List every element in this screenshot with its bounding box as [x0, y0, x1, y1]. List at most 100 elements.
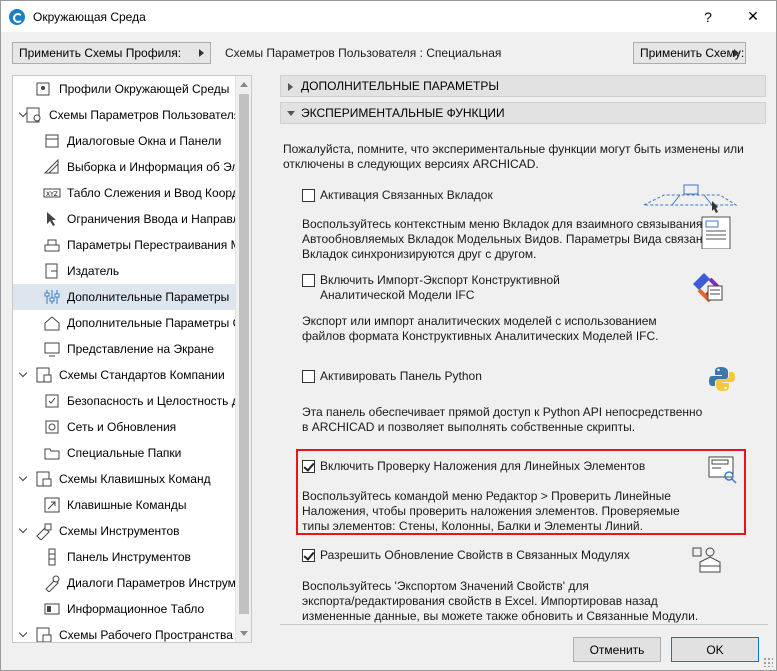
toolbar-icon: [43, 548, 61, 566]
tree-item[interactable]: Безопасность и Целостность да: [13, 388, 237, 414]
tree-item-label: Издатель: [67, 264, 120, 278]
feature-python-panel[interactable]: Активировать Панель Python: [302, 369, 482, 384]
checkbox[interactable]: [302, 274, 315, 287]
tree-item[interactable]: XYZ Табло Слежения и Ввод Коорди: [13, 180, 237, 206]
tree-item[interactable]: Специальные Папки: [13, 440, 237, 466]
section-title: ДОПОЛНИТЕЛЬНЫЕ ПАРАМЕТРЫ: [301, 79, 499, 93]
company-icon: [35, 366, 53, 384]
tree-item[interactable]: Представление на Экране: [13, 336, 237, 362]
tree-item[interactable]: Клавишные Команды: [13, 492, 237, 518]
chevron-down-icon[interactable]: [19, 526, 29, 536]
tree-item[interactable]: Схемы Клавишных Команд: [13, 466, 237, 492]
apply-scheme-button[interactable]: Применить Схему:: [633, 42, 746, 64]
help-button[interactable]: ?: [685, 1, 731, 32]
settings-tree: Профили Окружающей Среды Схемы Параметров…: [12, 75, 252, 643]
tree-item[interactable]: Информационное Табло: [13, 596, 237, 622]
tree-item-label: Панель Инструментов: [67, 550, 191, 564]
publisher-icon: [43, 262, 61, 280]
tree-scrollbar[interactable]: [235, 76, 251, 642]
rebuild-icon: [43, 236, 61, 254]
tree-item[interactable]: Панель Инструментов: [13, 544, 237, 570]
chevron-down-icon[interactable]: [19, 630, 29, 640]
window-title: Окружающая Среда: [33, 9, 146, 24]
ok-button[interactable]: OK: [671, 637, 759, 662]
checkbox[interactable]: [302, 370, 315, 383]
tree-item-label: Информационное Табло: [67, 602, 205, 616]
desc-line: измененные данные, вы можете также обнов…: [302, 609, 699, 623]
tree-item-label: Клавишные Команды: [67, 498, 187, 512]
feature-ifc-analytical[interactable]: Включить Импорт-Экспорт Конструктивной А…: [302, 273, 560, 303]
feature-label-block: Включить Импорт-Экспорт Конструктивной А…: [320, 273, 560, 303]
tree-item[interactable]: Сеть и Обновления: [13, 414, 237, 440]
tree-item[interactable]: Параметры Перестраивания Мо: [13, 232, 237, 258]
tree-item[interactable]: Дополнительные Параметры О: [13, 310, 237, 336]
tree-item-label: Схемы Клавишных Команд: [59, 472, 211, 486]
desc-line: экспорта/редактирования свойств в Excel.…: [302, 594, 658, 608]
tree-item-label: Дополнительные Параметры: [67, 290, 230, 304]
cancel-button[interactable]: Отменить: [573, 637, 661, 662]
tree-item[interactable]: Диалоговые Окна и Панели: [13, 128, 237, 154]
desc-line: Воспользуйтесь 'Экспортом Значений Свойс…: [302, 579, 589, 593]
scroll-thumb[interactable]: [239, 94, 249, 614]
section-additional-params[interactable]: ДОПОЛНИТЕЛЬНЫЕ ПАРАМЕТРЫ: [280, 75, 766, 97]
tree-item-label: Дополнительные Параметры О: [67, 316, 237, 330]
tree-item[interactable]: Профили Окружающей Среды: [13, 76, 237, 102]
tools-schemes-icon: [35, 522, 53, 541]
workspace-icon: [35, 626, 53, 642]
property-update-icon: [692, 547, 721, 573]
tree-item[interactable]: Дополнительные Параметры: [13, 284, 237, 310]
tree-item[interactable]: Схемы Рабочего Пространства: [13, 622, 237, 642]
profile-icon: [35, 80, 53, 98]
intro-line: отключены в следующих версиях ARCHICAD.: [283, 157, 539, 171]
settings-content: ДОПОЛНИТЕЛЬНЫЕ ПАРАМЕТРЫ ЭКСПЕРИМЕНТАЛЬН…: [280, 75, 767, 623]
apply-scheme-label: Применить Схему:: [640, 46, 745, 60]
section-experimental[interactable]: ЭКСПЕРИМЕНТАЛЬНЫЕ ФУНКЦИИ: [280, 102, 766, 124]
tree-item[interactable]: Издатель: [13, 258, 237, 284]
xyz-icon: XYZ: [43, 184, 61, 202]
tree-item[interactable]: Ограничения Ввода и Направл: [13, 206, 237, 232]
feature-property-update[interactable]: Разрешить Обновление Свойств в Связанных…: [302, 548, 630, 563]
tree-item[interactable]: Схемы Стандартов Компании: [13, 362, 237, 388]
tree-item-label: Схемы Стандартов Компании: [59, 368, 225, 382]
house-icon: [43, 314, 61, 332]
tree-item-label: Схемы Инструментов: [59, 524, 180, 538]
checkbox[interactable]: [302, 460, 315, 473]
apply-profile-button[interactable]: Применить Схемы Профиля:: [12, 42, 211, 64]
archicad-logo-icon: [9, 8, 25, 25]
chevron-down-icon[interactable]: [19, 370, 29, 380]
sliders-icon: [43, 288, 61, 306]
desc-line: Экспорт или импорт аналитических моделей…: [302, 314, 657, 328]
tree-item-label: Профили Окружающей Среды: [59, 82, 230, 96]
close-button[interactable]: ✕: [730, 1, 776, 32]
tree-item-label: Ограничения Ввода и Направл: [67, 212, 237, 226]
ifc-icon: [693, 273, 723, 303]
security-icon: [43, 392, 61, 410]
desc-line: в ARCHICAD и позволяет выполнять собстве…: [302, 420, 636, 434]
feature-label: Включить Импорт-Экспорт Конструктивной: [320, 273, 560, 287]
arrow-right-icon: [199, 49, 204, 57]
checkbox[interactable]: [302, 189, 315, 202]
environment-dialog: Окружающая Среда ? ✕ Применить Схемы Про…: [0, 0, 777, 671]
desc-line: файлов формата Конструктивных Аналитичес…: [302, 329, 659, 343]
feature-description: Воспользуйтесь 'Экспортом Значений Свойс…: [302, 579, 698, 623]
tree-item-label: Диалоги Параметров Инструме: [67, 576, 237, 590]
checkbox[interactable]: [302, 549, 315, 562]
arrow-right-icon: [734, 49, 739, 57]
scroll-up-icon[interactable]: [240, 82, 248, 87]
feature-overlap-check[interactable]: Включить Проверку Наложения для Линейных…: [302, 459, 645, 474]
desc-line: Вкладок синхронизируются друг с другом.: [302, 247, 537, 261]
network-icon: [43, 418, 61, 436]
tree-item[interactable]: Схемы Инструментов: [13, 518, 237, 544]
folder-icon: [43, 444, 61, 462]
scroll-down-icon[interactable]: [240, 631, 248, 636]
feature-linked-tabs[interactable]: Активация Связанных Вкладок: [302, 188, 493, 203]
title-bar: Окружающая Среда ? ✕: [1, 1, 776, 32]
feature-description: Воспользуйтесь командой меню Редактор > …: [302, 489, 680, 534]
chevron-down-icon[interactable]: [19, 474, 29, 484]
tool-settings-icon: [43, 574, 61, 593]
resize-grip[interactable]: [763, 657, 773, 667]
tree-item[interactable]: Схемы Параметров Пользователя: [13, 102, 237, 128]
collapse-arrow-icon: [287, 111, 295, 116]
tree-item[interactable]: Выборка и Информация об Эле: [13, 154, 237, 180]
tree-item[interactable]: Диалоги Параметров Инструме: [13, 570, 237, 596]
